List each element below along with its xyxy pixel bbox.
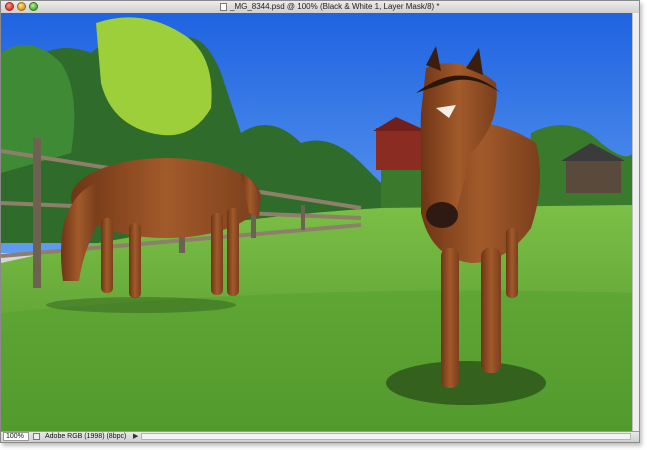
document-window: _MG_8344.psd @ 100% (Black & White 1, La… [0,0,640,443]
horizontal-scrollbar[interactable] [141,433,631,440]
vertical-scrollbar[interactable] [632,13,639,433]
zoom-field[interactable]: 100% [3,432,29,441]
minimize-icon[interactable] [17,2,26,11]
color-profile-label: Adobe RGB (1998) (8bpc) [45,433,127,440]
status-bar: 100% Adobe RGB (1998) (8bpc) ▶ [1,431,639,442]
document-icon [220,3,227,11]
image-canvas[interactable] [1,13,633,433]
status-menu-arrow-icon[interactable]: ▶ [133,432,138,442]
status-info-icon[interactable] [33,433,40,440]
close-icon[interactable] [5,2,14,11]
photo-horses-in-pasture [1,13,633,433]
window-title: _MG_8344.psd @ 100% (Black & White 1, La… [230,2,440,11]
maximize-icon[interactable] [29,2,38,11]
